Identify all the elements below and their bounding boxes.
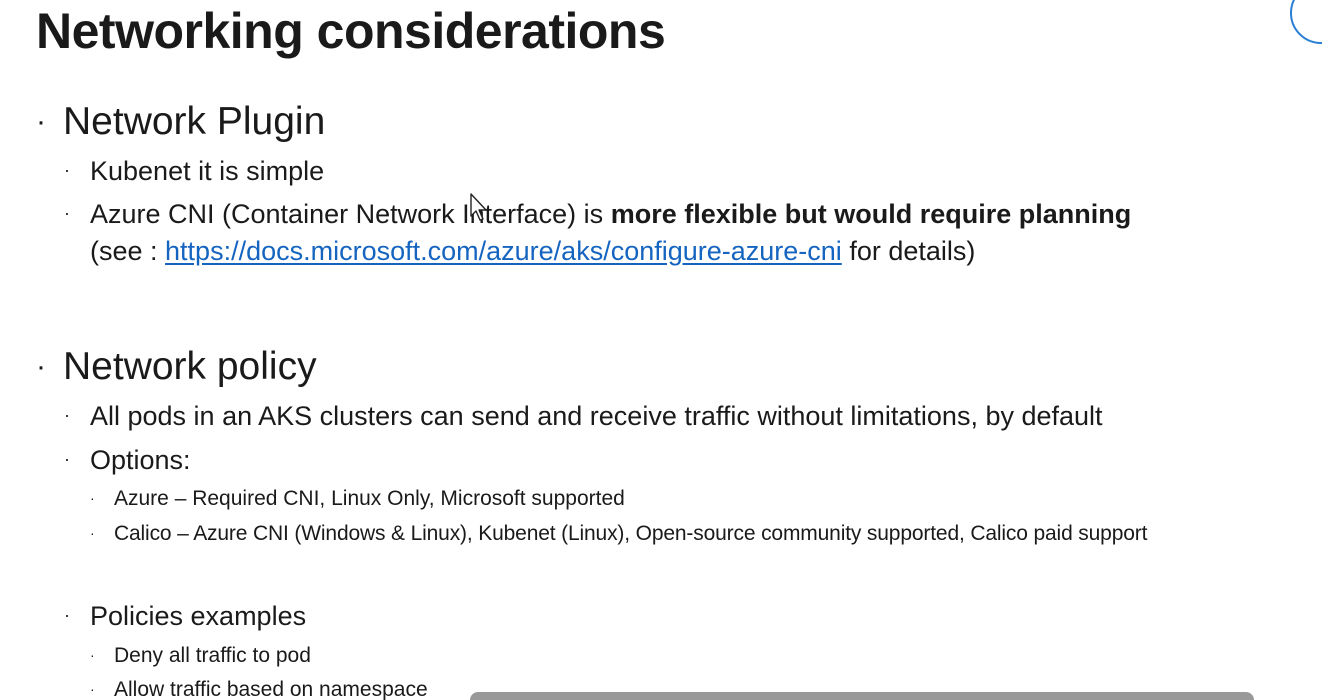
bullet: · <box>36 105 46 138</box>
list-item-label: Kubenet it is simple <box>90 156 325 186</box>
slide: Networking considerations · Network Plug… <box>0 0 1322 700</box>
bullet: · <box>90 525 95 541</box>
subitem-label: Allow traffic based on namespace <box>114 678 428 700</box>
subitem-label: Deny all traffic to pod <box>114 644 311 667</box>
see-suffix: for details) <box>841 236 976 266</box>
list-item-line: Azure CNI (Container Network Interface) … <box>90 199 1131 230</box>
section-heading-label: Network Plugin <box>63 100 326 143</box>
mouse-pointer-svg <box>470 193 487 221</box>
bullet: · <box>90 681 95 697</box>
list-item-azure-cni-line2: (see : https://docs.microsoft.com/azure/… <box>90 236 975 267</box>
section-heading-label: Network policy <box>63 345 317 388</box>
azure-cni-docs-link[interactable]: https://docs.microsoft.com/azure/aks/con… <box>165 236 842 266</box>
list-item-label: Policies examples <box>90 601 307 631</box>
list-item-label: All pods in an AKS clusters can send and… <box>90 401 1103 431</box>
bullet: · <box>64 605 70 625</box>
circle-logo-icon <box>1290 0 1322 44</box>
bullet: · <box>90 647 95 663</box>
list-item-label: Options: <box>90 445 191 475</box>
slide-title: Networking considerations <box>36 3 666 59</box>
bullet: · <box>64 203 70 223</box>
overlay-bar <box>470 692 1254 700</box>
emphasis-text: more flexible but would require planning <box>610 199 1132 229</box>
mouse-pointer-icon <box>470 193 490 228</box>
subitem-label: Azure – Required CNI, Linux Only, Micros… <box>114 487 625 510</box>
bullet: · <box>64 449 70 469</box>
bullet: · <box>36 350 46 383</box>
subitem-label: Calico – Azure CNI (Windows & Linux), Ku… <box>114 522 1148 545</box>
see-prefix: (see : <box>90 236 166 266</box>
bullet: · <box>64 160 70 180</box>
bullet: · <box>64 405 70 425</box>
bullet: · <box>90 490 95 506</box>
list-item-label: Azure CNI (Container Network Interface) … <box>90 199 611 229</box>
